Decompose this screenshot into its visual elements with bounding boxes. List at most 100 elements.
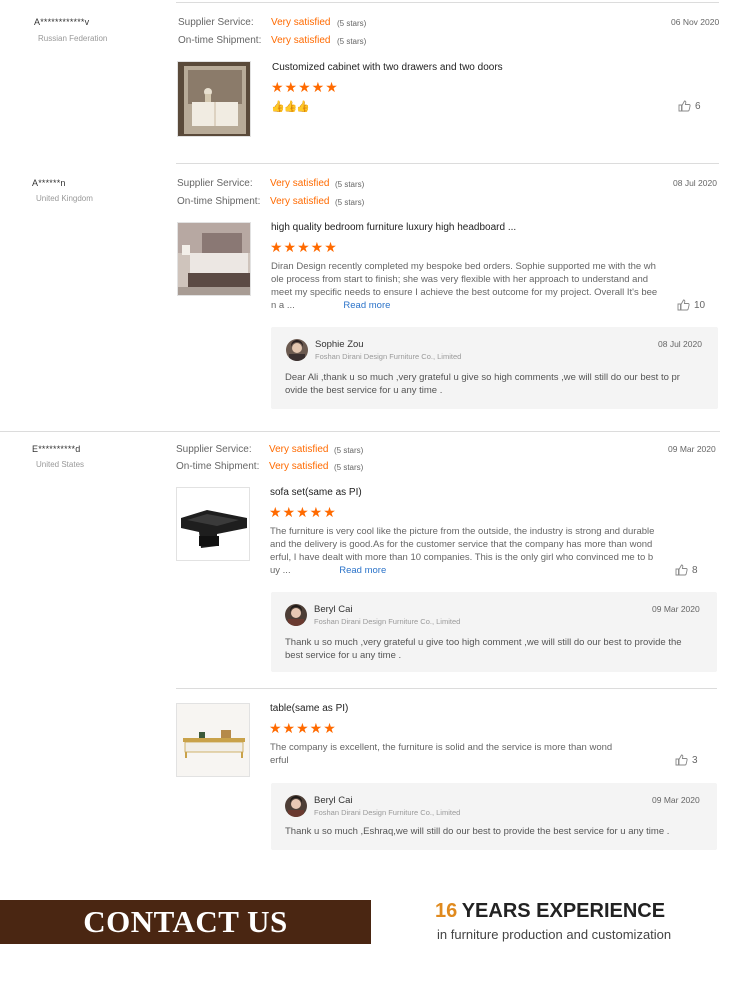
avatar — [285, 795, 307, 817]
supplier-service-stars: (5 stars) — [334, 446, 364, 455]
review-date: 09 Mar 2020 — [668, 444, 716, 454]
product-thumbnail[interactable] — [177, 61, 251, 137]
reply-company: Foshan Dirani Design Furniture Co., Limi… — [315, 352, 462, 361]
supplier-service-rating: Very satisfied — [271, 17, 331, 28]
product-title[interactable]: Customized cabinet with two drawers and … — [272, 62, 503, 73]
reply-text-line: Thank u so much ,Eshraq,we will still do… — [285, 826, 670, 837]
ontime-shipment-stars: (5 stars) — [334, 463, 364, 472]
ontime-shipment-stars: (5 stars) — [337, 37, 367, 46]
contact-us-banner[interactable]: CONTACT US — [0, 900, 371, 944]
thumbs-up-icon — [675, 754, 688, 766]
contact-us-text: CONTACT US — [83, 904, 288, 939]
avatar — [286, 339, 308, 361]
review-text-line: meet my specific needs to ensure I achie… — [271, 287, 658, 298]
product-thumbnail[interactable] — [176, 703, 250, 777]
supplier-service-rating: Very satisfied — [269, 444, 329, 455]
supplier-service-rating: Very satisfied — [270, 178, 330, 189]
years-experience-heading: 16 YEARS EXPERIENCE — [435, 900, 665, 923]
ontime-shipment-rating: Very satisfied — [270, 196, 330, 207]
reviewer-name: A******n — [32, 178, 66, 188]
review-text: The furniture is very cool like the pict… — [270, 525, 690, 577]
like-count: 8 — [692, 564, 698, 576]
review-date: 08 Jul 2020 — [673, 178, 717, 188]
read-more-link[interactable]: Read more — [339, 565, 386, 576]
table-image — [177, 704, 249, 776]
ontime-shipment-stars: (5 stars) — [335, 198, 365, 207]
thumbs-up-emoji-icon: 👍👍👍 — [271, 101, 310, 113]
product-thumbnail[interactable] — [176, 487, 250, 561]
review-text-line: erful — [270, 755, 289, 766]
reply-text-line: ovide the best service for u any time . — [285, 385, 443, 396]
ontime-shipment-label: On-time Shipment: — [176, 461, 260, 472]
rating-stars: ★★★★★ — [269, 504, 337, 520]
reviewer-country: United Kingdom — [36, 194, 93, 203]
review-text: The company is excellent, the furniture … — [270, 741, 690, 767]
bedroom-image — [178, 223, 250, 295]
reply-text: Dear Ali ,thank u so much ,very grateful… — [285, 371, 710, 397]
reply-author: Beryl Cai — [314, 604, 353, 615]
like-count: 3 — [692, 754, 698, 766]
read-more-link[interactable]: Read more — [343, 300, 390, 311]
reply-company: Foshan Dirani Design Furniture Co., Limi… — [314, 617, 461, 626]
review-divider — [176, 163, 719, 164]
product-title[interactable]: sofa set(same as PI) — [270, 487, 362, 498]
review-text-line: and the delivery is good.As for the cust… — [270, 539, 653, 550]
seller-reply: Beryl Cai Foshan Dirani Design Furniture… — [271, 592, 717, 672]
reviewer-name: E**********d — [32, 444, 81, 454]
review-text-line: The company is excellent, the furniture … — [270, 742, 613, 753]
reply-text: Thank u so much ,Eshraq,we will still do… — [285, 825, 710, 838]
reviewer-name: A************v — [34, 17, 90, 27]
sofa-image — [177, 488, 249, 560]
reply-text-line: Dear Ali ,thank u so much ,very grateful… — [285, 372, 680, 383]
rating-stars: ★★★★★ — [271, 79, 339, 95]
supplier-service-stars: (5 stars) — [337, 19, 367, 28]
ontime-shipment-label: On-time Shipment: — [178, 35, 262, 46]
rating-stars: ★★★★★ — [270, 239, 338, 255]
item-divider — [176, 688, 717, 689]
reply-text-line: best service for u any time . — [285, 650, 402, 661]
reviewer-country: United States — [36, 460, 85, 469]
review-text-line: n a ... — [271, 300, 295, 311]
thumbs-up-icon — [675, 564, 688, 576]
avatar — [285, 604, 307, 626]
ontime-shipment-rating: Very satisfied — [269, 461, 329, 472]
like-button[interactable]: 8 — [675, 564, 698, 576]
review-text-line: uy ... — [270, 565, 291, 576]
reply-author: Sophie Zou — [315, 339, 364, 350]
seller-reply: Sophie Zou Foshan Dirani Design Furnitur… — [271, 327, 718, 409]
reply-text-line: Thank u so much ,very grateful u give to… — [285, 637, 682, 648]
top-divider — [176, 2, 719, 3]
reviewer-country: Russian Federation — [38, 34, 108, 43]
review-date: 06 Nov 2020 — [671, 17, 720, 27]
product-title[interactable]: high quality bedroom furniture luxury hi… — [271, 222, 516, 233]
supplier-service-label: Supplier Service: — [176, 444, 252, 455]
reply-date: 08 Jul 2020 — [658, 339, 702, 349]
seller-reply: Beryl Cai Foshan Dirani Design Furniture… — [271, 783, 717, 850]
ontime-shipment-rating: Very satisfied — [271, 35, 331, 46]
review-text-line: The furniture is very cool like the pict… — [270, 526, 655, 537]
like-button[interactable]: 10 — [677, 299, 705, 311]
reply-date: 09 Mar 2020 — [652, 604, 700, 614]
review-text-line: ole process from start to finish; she wa… — [271, 274, 649, 285]
like-count: 10 — [694, 299, 706, 311]
rating-stars: ★★★★★ — [269, 720, 337, 736]
product-thumbnail[interactable] — [177, 222, 251, 296]
supplier-service-label: Supplier Service: — [177, 178, 253, 189]
experience-subline: in furniture production and customizatio… — [437, 927, 672, 942]
thumbs-up-icon — [678, 100, 691, 112]
cabinet-image — [178, 62, 250, 136]
reply-text: Thank u so much ,very grateful u give to… — [285, 636, 710, 662]
supplier-service-stars: (5 stars) — [335, 180, 365, 189]
supplier-service-label: Supplier Service: — [178, 17, 254, 28]
reply-author: Beryl Cai — [314, 795, 353, 806]
years-text: YEARS EXPERIENCE — [461, 900, 666, 922]
reply-company: Foshan Dirani Design Furniture Co., Limi… — [314, 808, 461, 817]
review-divider — [0, 431, 720, 432]
review-text-line: erful, I have dealt with more than 10 co… — [270, 552, 654, 563]
like-button[interactable]: 6 — [678, 100, 701, 112]
review-text-line: Diran Design recently completed my bespo… — [271, 261, 656, 272]
like-button[interactable]: 3 — [675, 754, 698, 766]
reply-date: 09 Mar 2020 — [652, 795, 700, 805]
thumbs-up-icon — [677, 299, 690, 311]
product-title[interactable]: table(same as PI) — [270, 703, 348, 714]
